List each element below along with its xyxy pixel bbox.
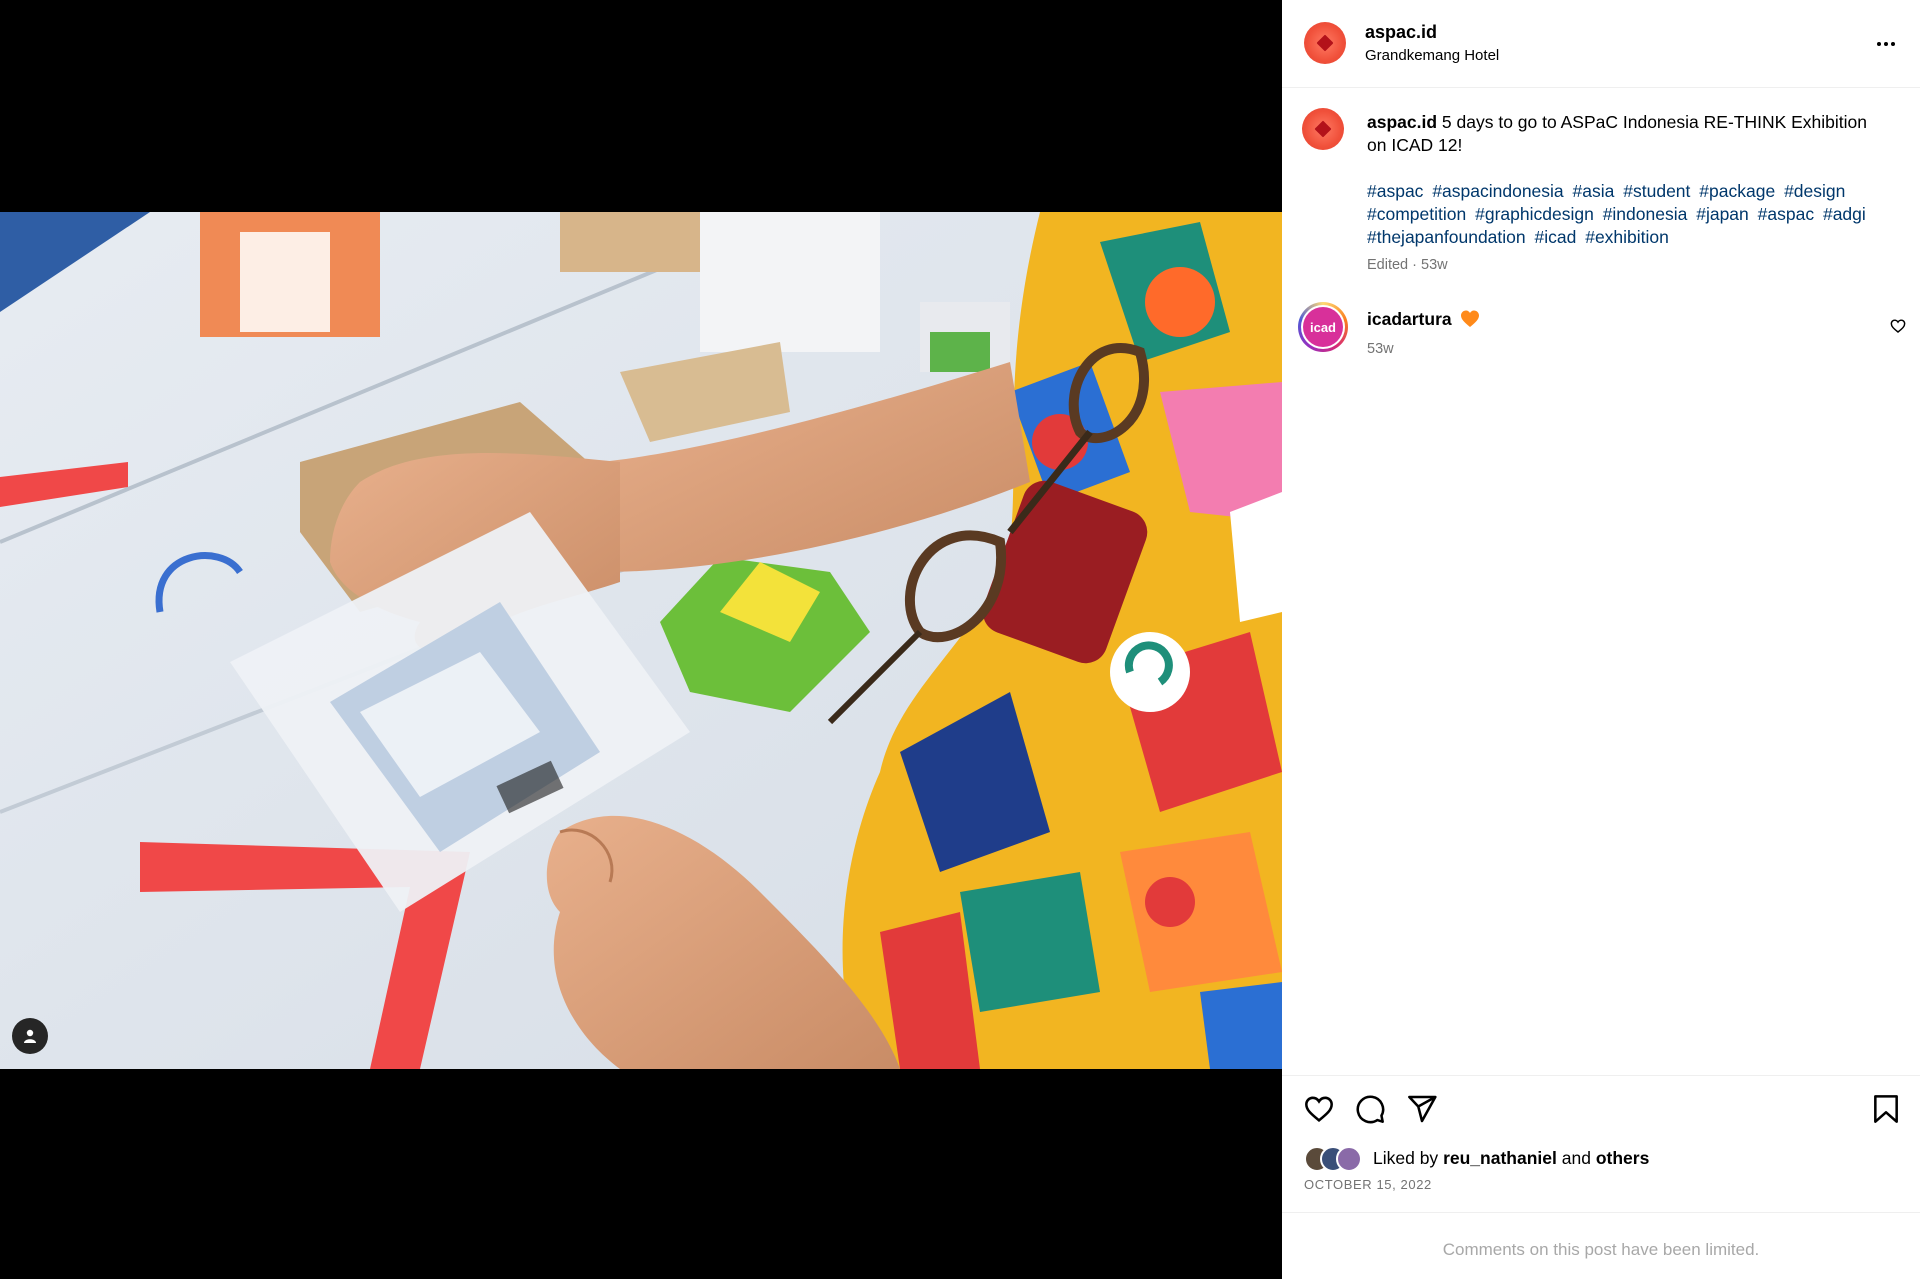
liked-by-joiner: and bbox=[1561, 1148, 1591, 1168]
commenter-avatar-logo: icad bbox=[1303, 307, 1343, 347]
caption-meta: Edited · 53w bbox=[1367, 257, 1448, 273]
hashtag-link[interactable]: #japan bbox=[1696, 204, 1749, 224]
hashtag-link[interactable]: #aspac bbox=[1367, 181, 1423, 201]
hashtag-link[interactable]: #asia bbox=[1573, 181, 1615, 201]
post-location[interactable]: Grandkemang Hotel bbox=[1365, 47, 1499, 64]
liked-by-text: Liked by reu_nathaniel and others bbox=[1373, 1148, 1649, 1169]
liked-by-prefix: Liked by bbox=[1373, 1148, 1439, 1168]
hashtag-link[interactable]: #aspac bbox=[1758, 204, 1814, 224]
liked-by-others[interactable]: others bbox=[1596, 1148, 1649, 1168]
commenter-username[interactable]: icadartura bbox=[1367, 309, 1452, 330]
post-sidebar: aspac.id Grandkemang Hotel aspac.id 5 da… bbox=[1282, 0, 1920, 1279]
hashtag-link[interactable]: #icad bbox=[1535, 227, 1577, 247]
user-tag-button[interactable] bbox=[12, 1018, 48, 1054]
author-avatar[interactable] bbox=[1304, 22, 1346, 64]
more-options-icon[interactable] bbox=[1872, 30, 1900, 58]
heart-icon[interactable] bbox=[1303, 1093, 1335, 1125]
hashtag-link[interactable]: #competition bbox=[1367, 204, 1466, 224]
caption-author-avatar[interactable] bbox=[1302, 108, 1344, 150]
liked-by-user[interactable]: reu_nathaniel bbox=[1443, 1148, 1557, 1168]
hashtag-link[interactable]: #design bbox=[1784, 181, 1845, 201]
post-header: aspac.id Grandkemang Hotel bbox=[1282, 0, 1920, 88]
hashtag-link[interactable]: #aspacindonesia bbox=[1432, 181, 1563, 201]
post-caption: aspac.id 5 days to go to ASPaC Indonesia… bbox=[1367, 111, 1887, 157]
hashtag-link[interactable]: #thejapanfoundation bbox=[1367, 227, 1526, 247]
comment-icon[interactable] bbox=[1354, 1093, 1386, 1125]
comment-time[interactable]: 53w bbox=[1367, 341, 1394, 357]
share-icon[interactable] bbox=[1406, 1093, 1438, 1125]
comments-limited-notice: Comments on this post have been limited. bbox=[1442, 1240, 1760, 1259]
orange-heart-icon bbox=[1461, 310, 1479, 327]
hashtag-link[interactable]: #graphicdesign bbox=[1475, 204, 1594, 224]
author-username[interactable]: aspac.id bbox=[1365, 22, 1437, 43]
commenter-avatar[interactable]: icad bbox=[1298, 302, 1348, 352]
user-tag-icon bbox=[24, 1029, 36, 1043]
caption-hashtags: #aspac #aspacindonesia #asia #student #p… bbox=[1367, 180, 1902, 249]
post-photo[interactable] bbox=[0, 212, 1282, 1069]
post-date[interactable]: OCTOBER 15, 2022 bbox=[1304, 1177, 1432, 1192]
post-photo-illustration bbox=[0, 212, 1282, 1069]
comments-divider bbox=[1282, 1212, 1920, 1213]
caption-text: 5 days to go to ASPaC Indonesia RE-THINK… bbox=[1367, 112, 1868, 155]
hashtag-link[interactable]: #student bbox=[1623, 181, 1690, 201]
actions-divider bbox=[1282, 1075, 1920, 1076]
comment-like-heart-icon[interactable] bbox=[1890, 318, 1906, 334]
caption-username[interactable]: aspac.id bbox=[1367, 112, 1437, 132]
hashtag-link[interactable]: #exhibition bbox=[1585, 227, 1669, 247]
liked-by-avatars[interactable] bbox=[1304, 1146, 1370, 1172]
bookmark-icon[interactable] bbox=[1870, 1093, 1902, 1125]
post-media bbox=[0, 0, 1282, 1279]
hashtag-link[interactable]: #package bbox=[1699, 181, 1775, 201]
hashtag-link[interactable]: #indonesia bbox=[1603, 204, 1688, 224]
hashtag-link[interactable]: #adgi bbox=[1823, 204, 1866, 224]
